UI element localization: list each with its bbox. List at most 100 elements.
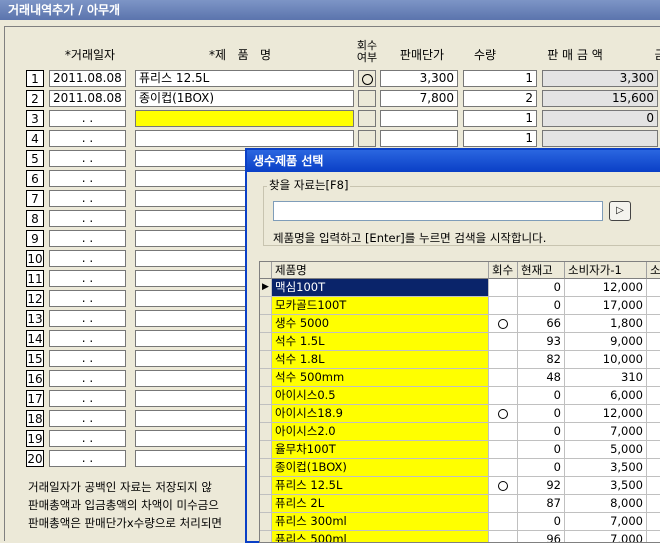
product-grid[interactable]: 제품명 회수 현재고 소비자가-1 소 ▶ 맥심100T 0 12,000 모카골드10… bbox=[259, 261, 660, 543]
grid-header-return[interactable]: 회수 bbox=[489, 262, 518, 279]
product-field[interactable]: 종이컵(1BOX) bbox=[135, 90, 354, 107]
price-field[interactable] bbox=[380, 130, 458, 147]
date-field[interactable]: . . bbox=[49, 170, 126, 187]
row-number: 19 bbox=[26, 430, 44, 447]
grid-cell-price: 12,000 bbox=[565, 279, 647, 297]
date-field[interactable]: . . bbox=[49, 230, 126, 247]
grid-row[interactable]: 생수 5000 66 1,800 bbox=[260, 315, 660, 333]
grid-cell-name: 퓨리스 2L bbox=[272, 495, 489, 513]
grid-cell-extra bbox=[647, 459, 660, 477]
grid-row[interactable]: 종이컵(1BOX) 0 3,500 bbox=[260, 459, 660, 477]
date-field[interactable]: . . bbox=[49, 410, 126, 427]
grid-cell-return bbox=[489, 531, 518, 542]
grid-row[interactable]: 퓨리스 300ml 0 7,000 bbox=[260, 513, 660, 531]
grid-cell-return bbox=[489, 279, 518, 297]
date-field[interactable]: . . bbox=[49, 150, 126, 167]
qty-field[interactable]: 2 bbox=[463, 90, 537, 107]
note-line: 판매총액과 입금총액의 차액이 미수금으 bbox=[28, 498, 219, 512]
grid-cell-stock: 87 bbox=[518, 495, 565, 513]
grid-cell-stock: 66 bbox=[518, 315, 565, 333]
grid-row[interactable]: 퓨리스 2L 87 8,000 bbox=[260, 495, 660, 513]
date-field[interactable]: . . bbox=[49, 370, 126, 387]
row-indicator bbox=[260, 405, 272, 423]
date-field[interactable]: . . bbox=[49, 290, 126, 307]
return-check[interactable] bbox=[358, 130, 376, 147]
grid-cell-return bbox=[489, 351, 518, 369]
amount-field: 15,600 bbox=[542, 90, 658, 107]
return-check[interactable] bbox=[358, 90, 376, 107]
grid-cell-extra bbox=[647, 369, 660, 387]
date-field[interactable]: . . bbox=[49, 310, 126, 327]
date-field[interactable]: . . bbox=[49, 250, 126, 267]
grid-cell-stock: 92 bbox=[518, 477, 565, 495]
grid-cell-price: 7,000 bbox=[565, 513, 647, 531]
row-indicator bbox=[260, 477, 272, 495]
qty-field[interactable]: 1 bbox=[463, 70, 537, 87]
price-field[interactable] bbox=[380, 110, 458, 127]
search-input[interactable] bbox=[273, 201, 603, 221]
return-check[interactable] bbox=[358, 110, 376, 127]
grid-row[interactable]: 퓨리스 12.5L 92 3,500 bbox=[260, 477, 660, 495]
search-go-button[interactable]: ▷ bbox=[609, 201, 631, 221]
grid-cell-extra bbox=[647, 387, 660, 405]
grid-header-name[interactable]: 제품명 bbox=[272, 262, 489, 279]
date-field[interactable]: . . bbox=[49, 110, 126, 127]
qty-field[interactable]: 1 bbox=[463, 130, 537, 147]
return-check[interactable] bbox=[358, 70, 376, 87]
grid-cell-extra bbox=[647, 315, 660, 333]
grid-row[interactable]: 석수 1.5L 93 9,000 bbox=[260, 333, 660, 351]
grid-row[interactable]: 율무차100T 0 5,000 bbox=[260, 441, 660, 459]
grid-row[interactable]: 아이시스2.0 0 7,000 bbox=[260, 423, 660, 441]
note-line: 판매총액은 판매단가x수량으로 처리되면 bbox=[28, 516, 222, 530]
grid-cell-extra bbox=[647, 495, 660, 513]
grid-cell-price: 12,000 bbox=[565, 405, 647, 423]
grid-cell-stock: 0 bbox=[518, 279, 565, 297]
grid-row[interactable]: ▶ 맥심100T 0 12,000 bbox=[260, 279, 660, 297]
grid-header-stock[interactable]: 현재고 bbox=[518, 262, 565, 279]
grid-cell-name: 아이시스18.9 bbox=[272, 405, 489, 423]
date-field[interactable]: . . bbox=[49, 330, 126, 347]
date-field[interactable]: . . bbox=[49, 450, 126, 467]
date-field[interactable]: 2011.08.08 bbox=[49, 90, 126, 107]
grid-header-price[interactable]: 소비자가-1 bbox=[565, 262, 647, 279]
grid-cell-price: 3,500 bbox=[565, 477, 647, 495]
row-number: 13 bbox=[26, 310, 44, 327]
grid-cell-extra bbox=[647, 423, 660, 441]
date-field[interactable]: . . bbox=[49, 430, 126, 447]
grid-cell-extra bbox=[647, 297, 660, 315]
date-field[interactable]: . . bbox=[49, 390, 126, 407]
product-field[interactable] bbox=[135, 110, 354, 127]
row-number: 8 bbox=[26, 210, 44, 227]
date-field[interactable]: . . bbox=[49, 350, 126, 367]
grid-cell-return bbox=[489, 441, 518, 459]
product-field[interactable] bbox=[135, 130, 354, 147]
product-field[interactable]: 퓨리스 12.5L bbox=[135, 70, 354, 87]
grid-row[interactable]: 아이시스0.5 0 6,000 bbox=[260, 387, 660, 405]
price-field[interactable]: 3,300 bbox=[380, 70, 458, 87]
grid-cell-price: 3,500 bbox=[565, 459, 647, 477]
grid-cell-price: 17,000 bbox=[565, 297, 647, 315]
grid-cell-price: 6,000 bbox=[565, 387, 647, 405]
price-field[interactable]: 7,800 bbox=[380, 90, 458, 107]
grid-cell-return bbox=[489, 315, 518, 333]
row-indicator bbox=[260, 441, 272, 459]
grid-cell-name: 생수 5000 bbox=[272, 315, 489, 333]
grid-header-extra[interactable]: 소 bbox=[647, 262, 660, 279]
date-field[interactable]: . . bbox=[49, 270, 126, 287]
qty-field[interactable]: 1 bbox=[463, 110, 537, 127]
date-field[interactable]: . . bbox=[49, 210, 126, 227]
grid-row[interactable]: 아이시스18.9 0 12,000 bbox=[260, 405, 660, 423]
date-field[interactable]: 2011.08.08 bbox=[49, 70, 126, 87]
row-number: 7 bbox=[26, 190, 44, 207]
grid-cell-return bbox=[489, 495, 518, 513]
row-indicator bbox=[260, 459, 272, 477]
date-field[interactable]: . . bbox=[49, 190, 126, 207]
row-number: 2 bbox=[26, 90, 44, 107]
grid-row[interactable]: 석수 1.8L 82 10,000 bbox=[260, 351, 660, 369]
grid-row[interactable]: 석수 500mm 48 310 bbox=[260, 369, 660, 387]
grid-cell-stock: 0 bbox=[518, 441, 565, 459]
grid-row[interactable]: 모카골드100T 0 17,000 bbox=[260, 297, 660, 315]
date-field[interactable]: . . bbox=[49, 130, 126, 147]
grid-cell-return bbox=[489, 423, 518, 441]
grid-row[interactable]: 퓨리스 500ml 96 7,000 bbox=[260, 531, 660, 542]
